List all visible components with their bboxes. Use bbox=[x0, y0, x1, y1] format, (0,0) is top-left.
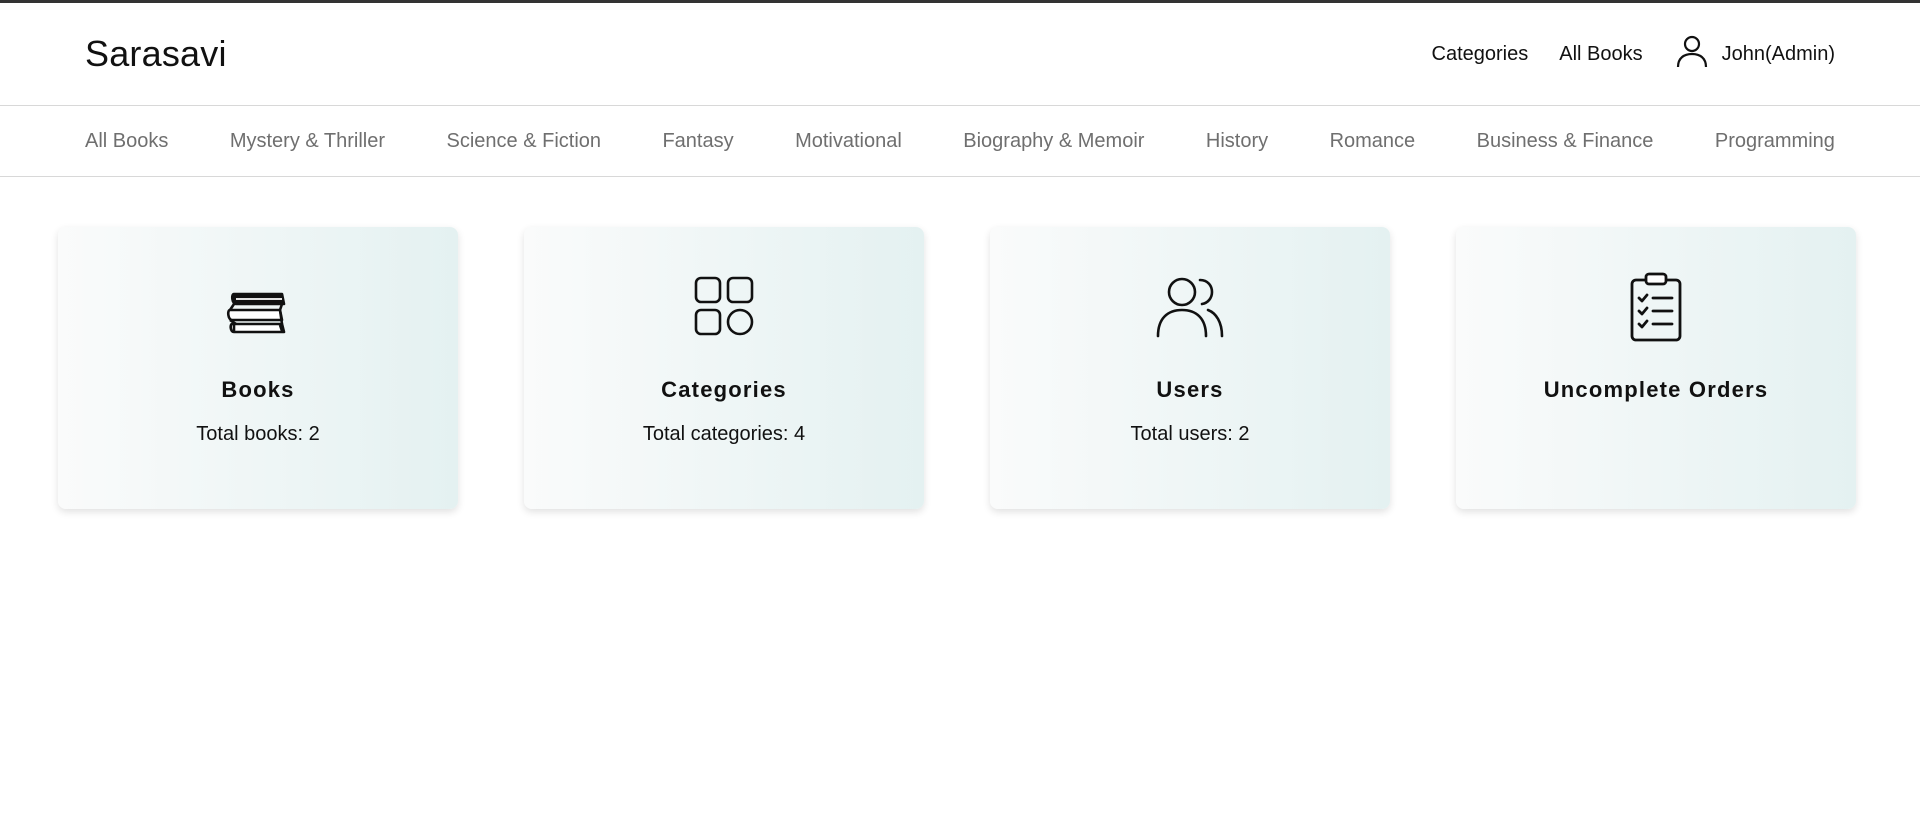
top-nav: Categories All Books John(Admin) bbox=[1432, 33, 1835, 75]
uncomplete-orders-card-title: Uncomplete Orders bbox=[1543, 377, 1769, 402]
nav-all-books-link[interactable]: All Books bbox=[1559, 43, 1642, 66]
category-link-biography-memoir[interactable]: Biography & Memoir bbox=[963, 130, 1144, 153]
user-menu[interactable]: John(Admin) bbox=[1674, 33, 1835, 75]
category-link-all-books[interactable]: All Books bbox=[85, 130, 168, 153]
categories-grid-icon bbox=[687, 273, 761, 339]
categories-card-count: Total categories: 4 bbox=[642, 423, 806, 445]
category-nav: All Books Mystery & Thriller Science & F… bbox=[0, 106, 1920, 177]
users-card-count: Total users: 2 bbox=[1130, 423, 1250, 445]
category-link-romance[interactable]: Romance bbox=[1330, 130, 1416, 153]
users-icon bbox=[1153, 273, 1227, 339]
books-card[interactable]: Books Total books: 2 bbox=[58, 227, 458, 509]
books-card-count: Total books: 2 bbox=[196, 423, 320, 445]
category-link-programming[interactable]: Programming bbox=[1715, 130, 1835, 153]
category-link-motivational[interactable]: Motivational bbox=[795, 130, 902, 153]
categories-card-title: Categories bbox=[661, 377, 787, 402]
category-link-mystery-thriller[interactable]: Mystery & Thriller bbox=[230, 130, 385, 153]
users-card[interactable]: Users Total users: 2 bbox=[990, 227, 1390, 509]
category-link-fantasy[interactable]: Fantasy bbox=[662, 130, 733, 153]
clipboard-checklist-icon bbox=[1619, 272, 1693, 342]
categories-card[interactable]: Categories Total categories: 4 bbox=[524, 227, 924, 509]
dashboard-cards: Books Total books: 2 Categories Total ca… bbox=[0, 177, 1920, 509]
category-link-business-finance[interactable]: Business & Finance bbox=[1477, 130, 1654, 153]
user-name: John(Admin) bbox=[1721, 42, 1835, 65]
user-icon bbox=[1674, 33, 1710, 75]
uncomplete-orders-card[interactable]: Uncomplete Orders bbox=[1456, 227, 1856, 509]
category-link-history[interactable]: History bbox=[1206, 130, 1268, 153]
category-link-science-fiction[interactable]: Science & Fiction bbox=[447, 130, 602, 153]
top-header: Sarasavi Categories All Books John(Admin… bbox=[0, 3, 1920, 106]
books-stack-icon bbox=[221, 273, 295, 339]
users-card-title: Users bbox=[1156, 377, 1224, 402]
brand-logo[interactable]: Sarasavi bbox=[85, 33, 227, 75]
books-card-title: Books bbox=[221, 377, 295, 402]
nav-categories-link[interactable]: Categories bbox=[1432, 43, 1529, 66]
